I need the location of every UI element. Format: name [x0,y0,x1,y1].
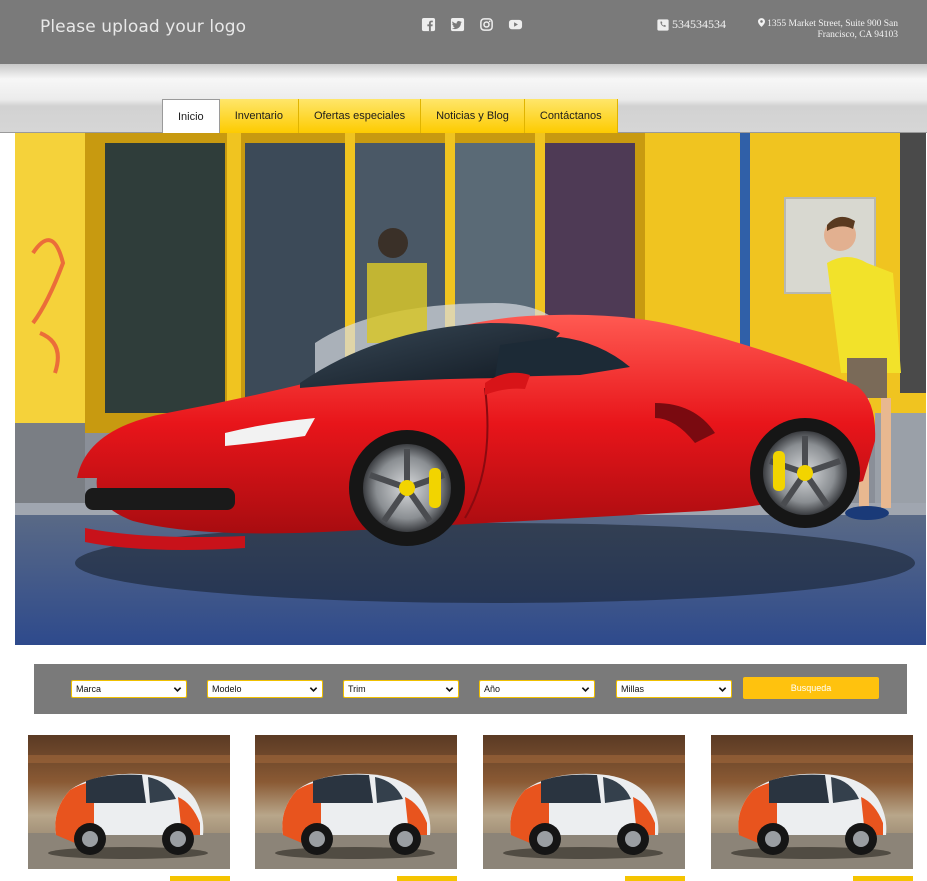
instagram-icon[interactable] [479,17,494,32]
chevron-down-icon [309,687,318,692]
phone-contact[interactable]: 534534534 [657,17,726,32]
nav-tab-inicio[interactable]: Inicio [162,99,220,133]
site-header: Please upload your logo 534534534 1355 M… [0,0,927,64]
listing-price-tag [397,876,457,881]
listing-price-tag [625,876,685,881]
logo-placeholder[interactable]: Please upload your logo [40,17,246,37]
listing-thumbnail[interactable] [28,735,230,869]
nav-tab-ofertas-especiales[interactable]: Ofertas especiales [299,99,422,133]
phone-icon [657,18,669,31]
chevron-down-icon [581,687,590,692]
select-marca-value: Marca [76,684,102,694]
listing-thumbnail[interactable] [711,735,913,869]
select-ano[interactable]: Año [479,680,595,698]
main-nav: Inicio Inventario Ofertas especiales Not… [162,99,618,133]
listing-thumbnail[interactable] [483,735,685,869]
search-bar: Marca Modelo Trim Año Millas Busqueda [34,664,907,714]
nav-tab-noticias-blog[interactable]: Noticias y Blog [421,99,525,133]
listing-price-tag [853,876,913,881]
select-modelo[interactable]: Modelo [207,680,323,698]
phone-number: 534534534 [672,17,726,31]
listing-thumbnail[interactable] [255,735,457,869]
youtube-icon[interactable] [508,17,523,32]
facebook-icon[interactable] [421,17,436,32]
listing-card[interactable] [483,735,685,881]
select-trim-value: Trim [348,684,366,694]
listing-price-tag [170,876,230,881]
listing-card[interactable] [28,735,230,881]
address-block: 1355 Market Street, Suite 900 San Franci… [752,18,898,41]
social-links [421,17,523,32]
nav-tab-inventario[interactable]: Inventario [219,99,299,133]
select-trim[interactable]: Trim [343,680,459,698]
select-modelo-value: Modelo [212,684,242,694]
map-marker-icon [758,18,766,27]
select-millas-value: Millas [621,684,645,694]
chevron-down-icon [718,687,727,692]
hero-image [15,133,926,645]
listing-card[interactable] [711,735,913,881]
select-ano-value: Año [484,684,501,694]
select-millas[interactable]: Millas [616,680,732,698]
search-button[interactable]: Busqueda [743,677,879,699]
address-line-1: 1355 Market Street, Suite 900 San [767,19,898,29]
listing-card[interactable] [255,735,457,881]
nav-tab-contactanos[interactable]: Contáctanos [524,99,618,133]
address-line-2: Francisco, CA 94103 [817,30,898,40]
chevron-down-icon [173,687,182,692]
twitter-icon[interactable] [450,17,465,32]
chevron-down-icon [445,687,454,692]
select-marca[interactable]: Marca [71,680,187,698]
